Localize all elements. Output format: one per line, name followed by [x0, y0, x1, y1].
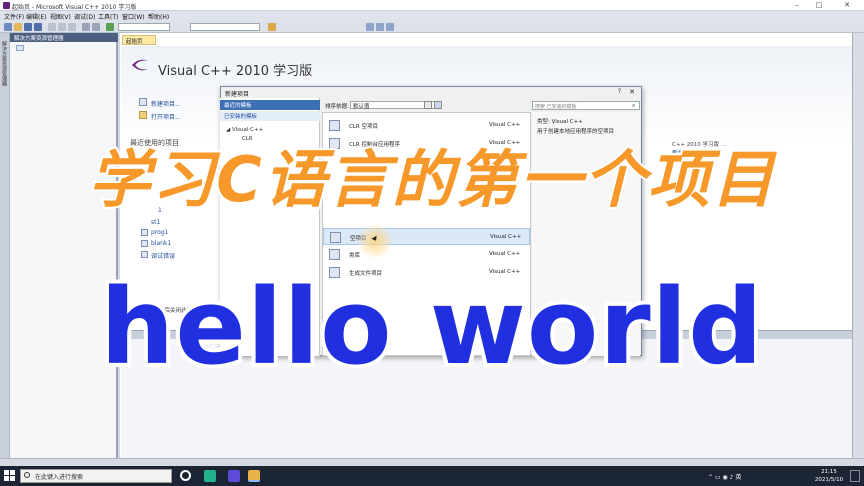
list-view-icon[interactable]	[424, 101, 432, 109]
maximize-button[interactable]: □	[808, 0, 830, 11]
copy-icon[interactable]	[58, 23, 66, 31]
overlay-title: 学习C语言的第一个项目	[86, 141, 776, 218]
recent-project-debug[interactable]: 调试错误	[151, 251, 175, 260]
template-item-selected[interactable]: 空项目 Visual C++	[323, 228, 530, 245]
product-name: Visual C++ 2010 学习版	[158, 64, 313, 79]
recent-templates-item[interactable]: 最近的模板	[220, 100, 320, 110]
open-project-icon	[139, 111, 147, 119]
menu-bar: 文件(F) 编辑(E) 视图(V) 调试(D) 工具(T) 窗口(W) 帮助(H…	[0, 11, 864, 21]
template-icon	[329, 249, 340, 260]
menu-view[interactable]: 视图(V)	[50, 12, 71, 21]
close-button[interactable]: ✕	[830, 0, 864, 11]
template-type: 类型: Visual C++	[537, 119, 583, 125]
minimize-button[interactable]: –	[786, 0, 808, 11]
open-project-link[interactable]: 打开项目...	[151, 112, 181, 121]
tab-start-page[interactable]: 起始页	[122, 35, 156, 45]
title-bar: 起始页 - Microsoft Visual C++ 2010 学习版 – □ …	[0, 0, 864, 11]
taskbar-clock[interactable]: 21:15 2021/5/10	[812, 468, 846, 484]
tray-icons[interactable]: ⌃ ▭ ◉ ♪ 英	[708, 472, 741, 481]
installed-templates-item[interactable]: 已安装的模板	[220, 111, 320, 121]
menu-tools[interactable]: 工具(T)	[98, 12, 118, 21]
vertical-scrollbar[interactable]	[852, 33, 864, 458]
menu-edit[interactable]: 编辑(E)	[26, 12, 46, 21]
open-file-icon[interactable]	[14, 23, 22, 31]
project-icon	[141, 251, 148, 258]
menu-window[interactable]: 窗口(W)	[122, 12, 145, 21]
task-view-icon[interactable]	[180, 470, 191, 481]
recent-project-blank1[interactable]: blank1	[151, 240, 171, 247]
find-icon[interactable]	[268, 23, 276, 31]
config-dropdown[interactable]	[118, 23, 170, 31]
solution-explorer-icon[interactable]	[366, 23, 374, 31]
app-icon-browser[interactable]	[228, 470, 240, 482]
save-all-icon[interactable]	[34, 23, 42, 31]
dialog-help-button[interactable]: ?	[618, 88, 621, 95]
solution-explorer-panel: 解决方案资源管理器	[10, 33, 118, 458]
save-icon[interactable]	[24, 23, 32, 31]
project-icon	[141, 229, 148, 236]
new-project-icon	[139, 98, 147, 106]
template-item[interactable]: 类库 Visual C++	[323, 246, 530, 263]
dialog-close-button[interactable]: ✕	[629, 88, 635, 96]
recent-project-prog1[interactable]: prog1	[151, 229, 168, 236]
tree-item-visual-cpp[interactable]: ◢ Visual C++	[226, 127, 263, 133]
recent-project-st1[interactable]: st1	[151, 219, 160, 226]
menu-file[interactable]: 文件(F)	[4, 12, 24, 21]
find-box[interactable]	[190, 23, 260, 31]
overlay-subtitle: hello world	[96, 266, 766, 388]
taskbar-search-input[interactable]: 在此键入进行搜索	[20, 469, 172, 483]
sort-label: 排序依据:	[325, 104, 349, 110]
project-icon	[141, 240, 148, 247]
toolbox-icon[interactable]	[386, 23, 394, 31]
windows-start-icon[interactable]	[4, 470, 15, 481]
undo-icon[interactable]	[82, 23, 90, 31]
cut-icon[interactable]	[48, 23, 56, 31]
new-project-icon[interactable]	[4, 23, 12, 31]
clock-time: 21:15	[821, 469, 837, 475]
template-desc: 用于创建本地应用程序的空项目	[537, 129, 615, 135]
solution-icon	[16, 45, 24, 51]
search-icon: ⌕	[632, 102, 636, 109]
start-debug-icon[interactable]	[106, 23, 114, 31]
grid-view-icon[interactable]	[434, 101, 442, 109]
template-icon	[330, 232, 341, 243]
template-search-input[interactable]: 搜索 已安装的模板	[532, 101, 640, 110]
side-tab-label: 解决方案资源管理器	[1, 41, 7, 86]
app-icon-folder[interactable]	[248, 470, 260, 482]
side-tab[interactable]: 解决方案资源管理器	[0, 33, 10, 458]
properties-icon[interactable]	[376, 23, 384, 31]
template-icon	[329, 120, 340, 131]
solution-explorer-title: 解决方案资源管理器	[10, 33, 118, 42]
menu-help[interactable]: 帮助(H)	[148, 12, 169, 21]
search-icon	[24, 472, 30, 478]
menu-debug[interactable]: 调试(D)	[74, 12, 95, 21]
app-icon-n[interactable]	[204, 470, 216, 482]
app-icon	[3, 2, 10, 9]
status-bar	[0, 458, 864, 466]
vs-logo-icon	[132, 59, 148, 71]
notification-icon[interactable]	[850, 470, 860, 482]
redo-icon[interactable]	[92, 23, 100, 31]
new-project-link[interactable]: 新建项目...	[151, 99, 181, 108]
dialog-title: 新建项目	[225, 91, 250, 98]
window-title: 起始页 - Microsoft Visual C++ 2010 学习版	[12, 4, 137, 11]
clock-date: 2021/5/10	[814, 477, 844, 483]
template-item[interactable]: CLR 空项目 Visual C++	[323, 117, 530, 134]
paste-icon[interactable]	[68, 23, 76, 31]
